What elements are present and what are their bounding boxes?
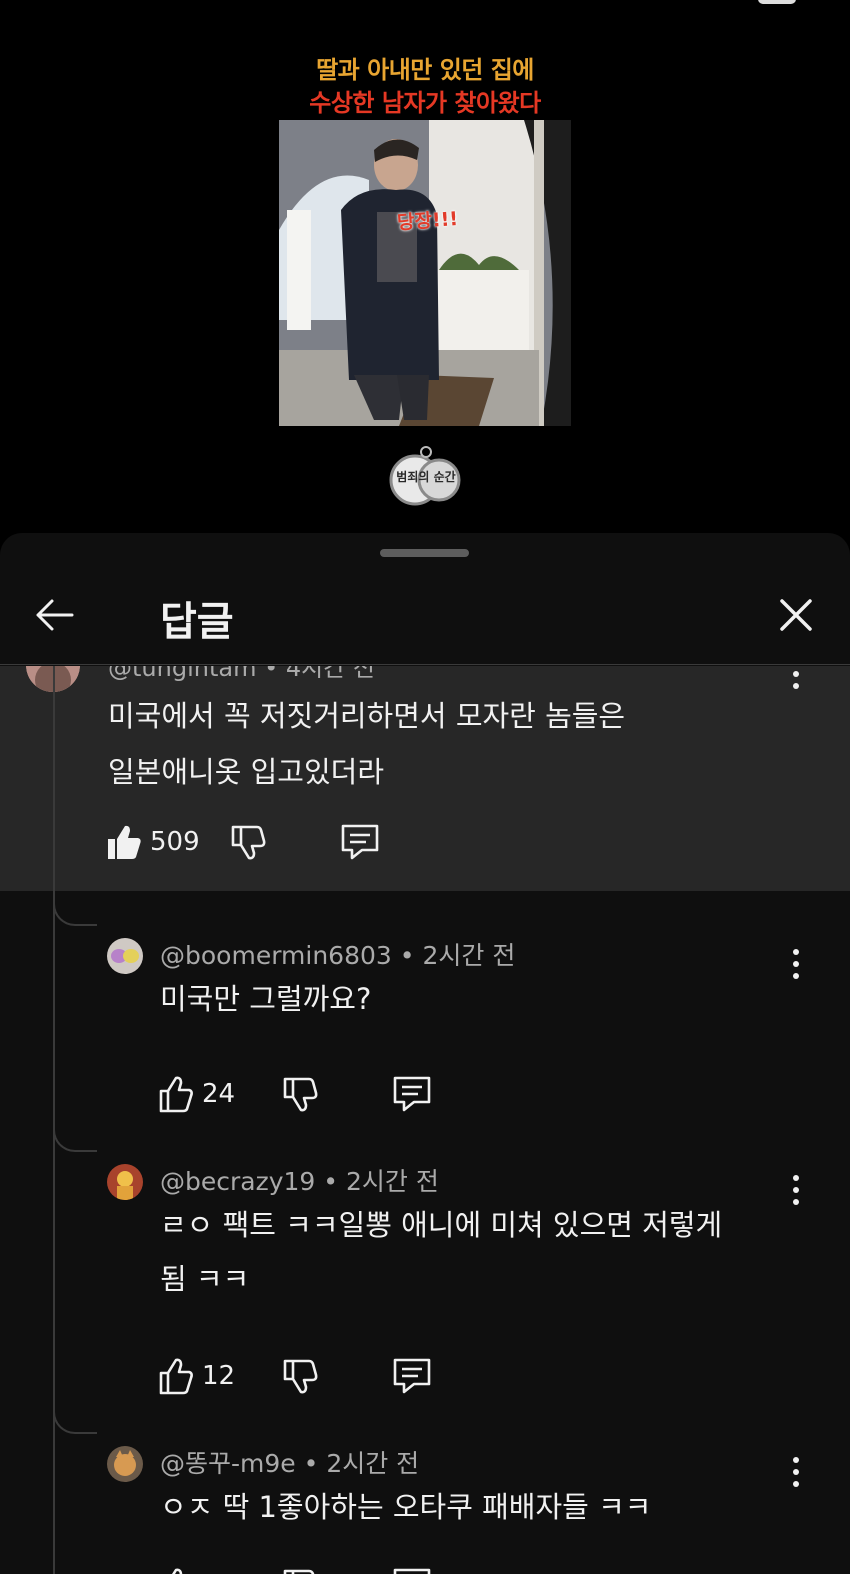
like-button[interactable]: 24: [158, 1072, 235, 1116]
comment-meta: @becrazy19 • 2시간 전: [160, 1162, 439, 1198]
status-indicator: [758, 0, 796, 4]
comment-time: 2시간 전: [422, 941, 516, 970]
comment-author[interactable]: @tungintam • 4시간 전: [108, 666, 375, 683]
comment-author[interactable]: @boomermin6803: [160, 941, 392, 970]
comment-icon: [393, 1568, 431, 1574]
thumbs-up-icon: [159, 1358, 193, 1395]
comment-text-line1: ㅇㅈ 딱 1좋아하는 오타쿠 패배자들 ㅋㅋ: [160, 1490, 652, 1524]
like-count: 509: [150, 827, 200, 857]
thumbs-down-icon: [231, 825, 266, 860]
meta-separator: •: [399, 941, 415, 970]
thumbs-down-icon: [283, 1359, 318, 1394]
thumbs-down-icon: [283, 1569, 315, 1574]
reply-button[interactable]: [392, 1354, 432, 1398]
comment-author[interactable]: @becrazy19: [160, 1167, 315, 1196]
comment-icon: [393, 1358, 431, 1394]
channel-logo-text: 범죄의 순간: [396, 470, 456, 484]
sheet-title: 답글: [160, 599, 234, 645]
meta-separator: •: [323, 1167, 339, 1196]
comment-text-line2: 일본애니옷 입고있더라: [108, 755, 385, 789]
dislike-button[interactable]: [282, 1072, 318, 1116]
comment-text-line1: 미국만 그럴까요?: [160, 982, 372, 1016]
thumbs-down-icon: [283, 1077, 318, 1112]
sheet-header: 답글: [0, 573, 850, 665]
close-icon: [780, 599, 812, 631]
comment-time: 2시간 전: [345, 1167, 439, 1196]
like-count: 12: [202, 1361, 236, 1391]
comment-text: ㅇㅈ 딱 1좋아하는 오타쿠 패배자들 ㅋㅋ: [160, 1480, 800, 1534]
close-button[interactable]: [772, 591, 820, 639]
like-count: 24: [202, 1079, 236, 1109]
comment-author[interactable]: @똥꾸-m9e: [160, 1449, 296, 1478]
comment-meta: @똥꾸-m9e • 2시간 전: [160, 1444, 419, 1480]
comment-icon: [393, 1076, 431, 1112]
like-button[interactable]: 12: [158, 1354, 235, 1398]
replies-sheet: 답글 @tungintam • 4시간 전 미국에서 꼭 저짓거리하면서 모자란…: [0, 533, 850, 1574]
comment-meta: @boomermin6803 • 2시간 전: [160, 936, 515, 972]
reply-button[interactable]: [392, 1564, 432, 1574]
back-button[interactable]: [30, 591, 78, 639]
parent-comment: @tungintam • 4시간 전 미국에서 꼭 저짓거리하면서 모자란 놈들…: [0, 666, 850, 891]
comment-text-line2: 됨 ㅋㅋ: [160, 1262, 250, 1296]
comment-text: 미국만 그럴까요?: [160, 972, 800, 1026]
comment-time: 2시간 전: [326, 1449, 420, 1478]
dislike-button[interactable]: [282, 1564, 318, 1574]
thumbs-up-icon: [159, 1076, 193, 1113]
like-button[interactable]: [158, 1564, 194, 1574]
thread-connector: [53, 1402, 97, 1434]
drag-handle[interactable]: [380, 549, 469, 557]
doorbell-camera-image: [279, 120, 571, 426]
dislike-button[interactable]: [230, 820, 266, 864]
thread-connector: [53, 894, 97, 926]
channel-logo[interactable]: 범죄의 순간: [389, 446, 463, 508]
comment-text-line1: ㄹㅇ 팩트 ㅋㅋ일뽕 애니에 미쳐 있으면 저렇게: [160, 1208, 723, 1242]
video-frame: 당장!!!: [279, 120, 571, 426]
avatar[interactable]: [107, 1446, 143, 1482]
meta-separator: •: [303, 1449, 319, 1478]
thumbs-up-filled-icon: [108, 825, 141, 859]
comment-icon: [341, 824, 379, 860]
comment-text: ㄹㅇ 팩트 ㅋㅋ일뽕 애니에 미쳐 있으면 저렇게 됨 ㅋㅋ: [160, 1198, 800, 1306]
frame-caption: 당장!!!: [396, 207, 459, 235]
avatar[interactable]: [107, 1164, 143, 1200]
video-player[interactable]: 딸과 아내만 있던 집에 수상한 남자가 찾아왔다 당장!!! 범죄의 순간: [0, 0, 850, 540]
comment-text: 미국에서 꼭 저짓거리하면서 모자란 놈들은 일본애니옷 입고있더라: [108, 688, 788, 800]
avatar[interactable]: [107, 938, 143, 974]
thumbs-up-icon: [172, 1568, 183, 1574]
reply-button[interactable]: [340, 820, 380, 864]
video-title-line1: 딸과 아내만 있던 집에: [316, 56, 534, 84]
like-button[interactable]: 509: [106, 820, 200, 864]
arrow-left-icon: [36, 599, 74, 631]
video-title-line2: 수상한 남자가 찾아왔다: [309, 89, 541, 117]
thread-connector: [53, 1120, 97, 1152]
comment-text-line1: 미국에서 꼭 저짓거리하면서 모자란 놈들은: [108, 699, 626, 733]
reply-button[interactable]: [392, 1072, 432, 1116]
dislike-button[interactable]: [282, 1354, 318, 1398]
comment-thread[interactable]: @tungintam • 4시간 전 미국에서 꼭 저짓거리하면서 모자란 놈들…: [0, 666, 850, 1574]
